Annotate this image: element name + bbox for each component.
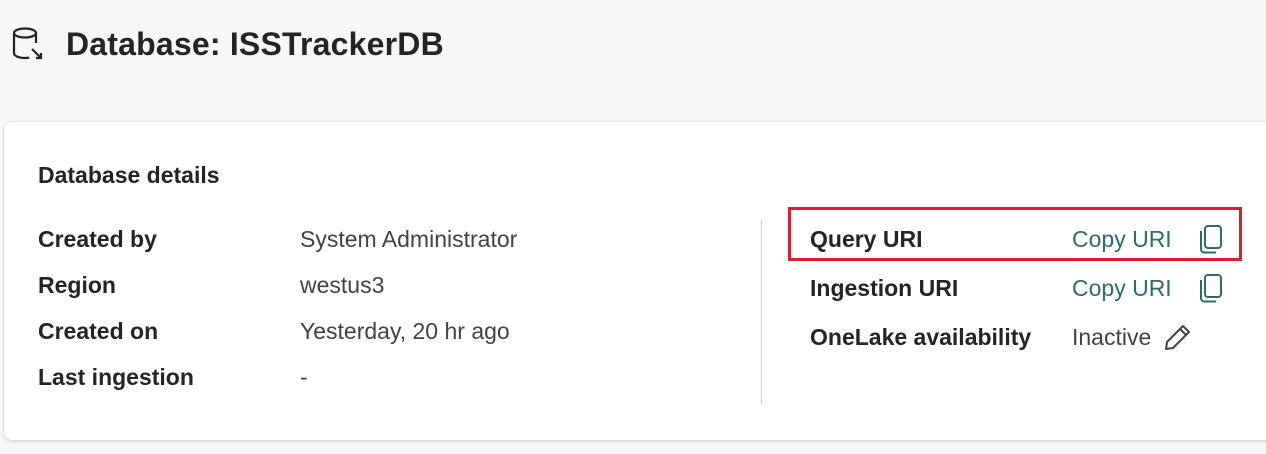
detail-row-ingestion-uri: Ingestion URI Copy URI — [810, 268, 1226, 308]
detail-label: Last ingestion — [38, 363, 194, 390]
detail-value: System Administrator — [300, 225, 518, 252]
copy-icon[interactable] — [1196, 273, 1226, 303]
copy-icon[interactable] — [1196, 224, 1226, 254]
detail-label: OneLake availability — [810, 323, 1032, 350]
detail-row-onelake-availability: OneLake availability Inactive — [810, 317, 1193, 357]
detail-label: Created on — [38, 317, 159, 344]
detail-label: Created by — [38, 225, 157, 252]
detail-row-query-uri: Query URI Copy URI — [810, 219, 1226, 259]
detail-value: Yesterday, 20 hr ago — [300, 317, 510, 344]
pencil-icon[interactable] — [1163, 322, 1193, 352]
detail-row-region: Region westus3 — [38, 268, 384, 302]
page-title: Database: ISSTrackerDB — [66, 25, 444, 62]
section-title: Database details — [38, 162, 220, 188]
detail-row-created-by: Created by System Administrator — [38, 222, 517, 256]
detail-value: westus3 — [300, 271, 385, 298]
database-details-card: Database details Created by System Admin… — [4, 122, 1266, 440]
copy-query-uri-link[interactable]: Copy URI — [1072, 226, 1172, 253]
page-header: Database: ISSTrackerDB — [8, 22, 444, 66]
database-icon — [8, 22, 48, 66]
onelake-status-value: Inactive — [1072, 323, 1152, 350]
detail-value: - — [300, 363, 308, 390]
column-divider — [761, 220, 762, 404]
detail-label: Query URI — [810, 225, 923, 252]
detail-row-created-on: Created on Yesterday, 20 hr ago — [38, 314, 510, 348]
detail-row-last-ingestion: Last ingestion - — [38, 360, 308, 394]
database-page: Database: ISSTrackerDB Database details … — [0, 0, 1266, 454]
copy-ingestion-uri-link[interactable]: Copy URI — [1072, 275, 1172, 302]
detail-label: Region — [38, 271, 116, 298]
detail-label: Ingestion URI — [810, 274, 959, 301]
